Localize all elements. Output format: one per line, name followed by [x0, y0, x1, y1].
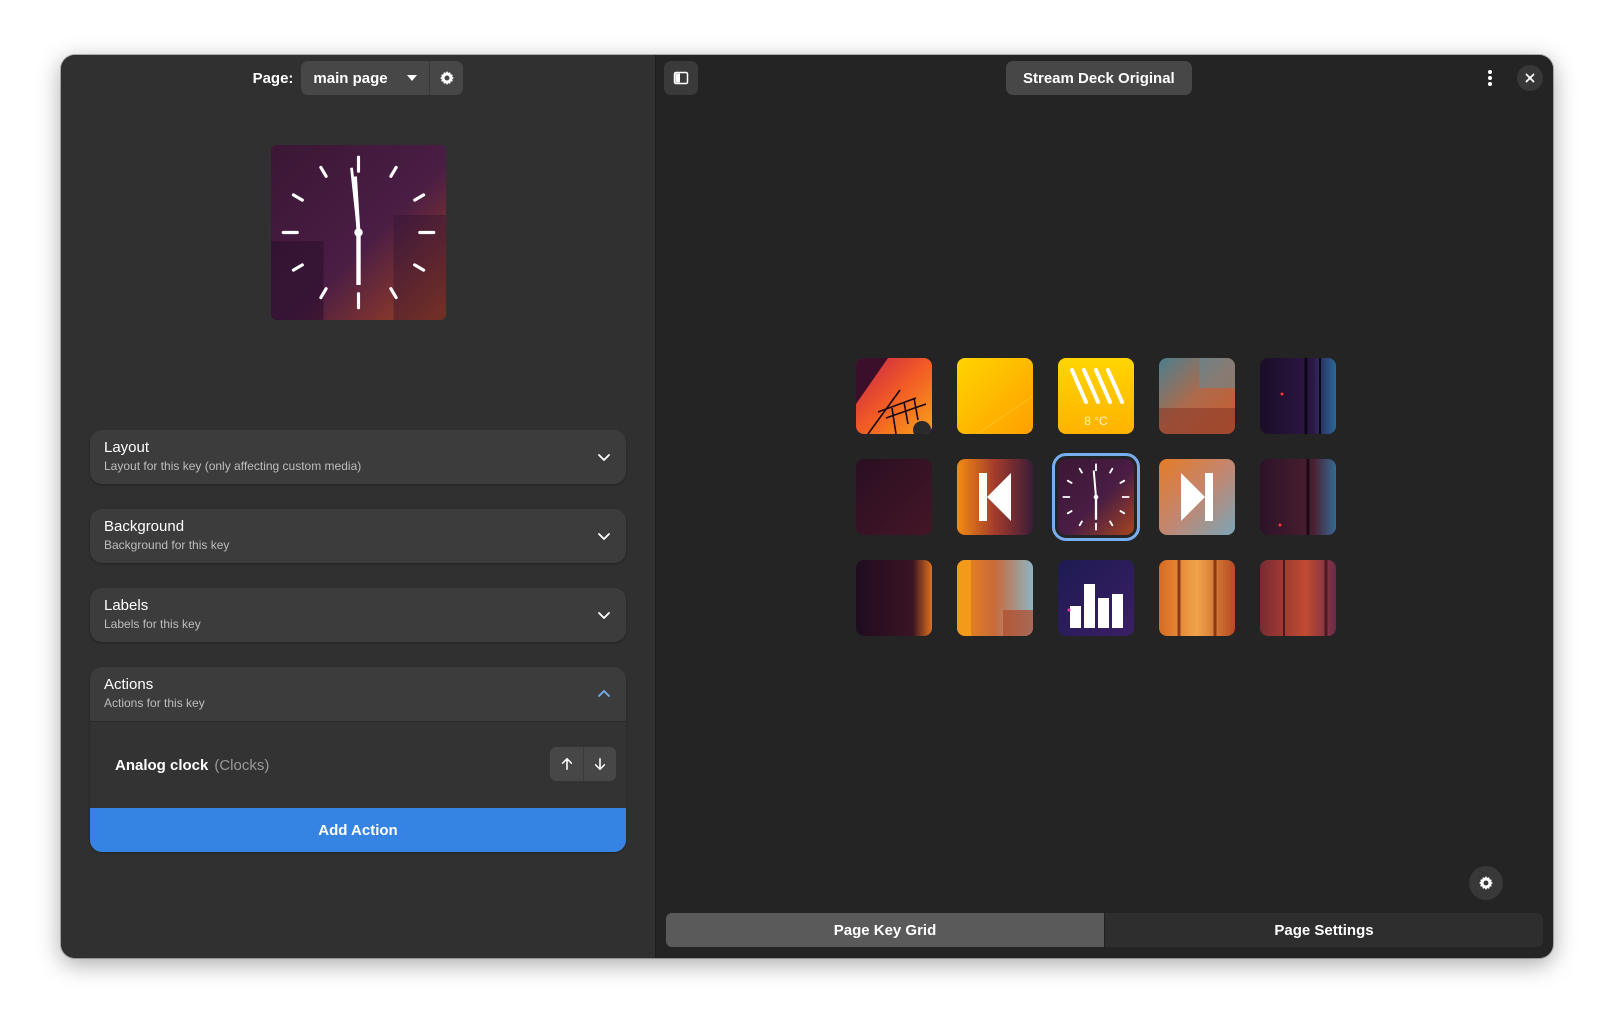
sidebar-icon [673, 71, 689, 85]
actions-subtitle: Actions for this key [104, 696, 205, 710]
key-settings-list: Layout Layout for this key (only affecti… [90, 430, 626, 852]
page-settings-button[interactable] [429, 61, 464, 95]
labels-title: Labels [104, 597, 149, 614]
deck-key-3-2[interactable] [957, 560, 1033, 636]
page-label: Page: [252, 69, 294, 87]
chevron-down-icon [598, 454, 610, 461]
actions-section: Actions Actions for this key Analog cloc… [90, 667, 626, 852]
dark-edge-image [856, 560, 932, 636]
gear-icon [439, 71, 454, 85]
app-window: Page: main page Layout Layout for this k… [61, 55, 1553, 958]
deck-key-3-3[interactable] [1058, 560, 1134, 636]
antenna-sunset-image [856, 358, 932, 434]
view-switcher: Page Key Grid Page Settings [666, 913, 1543, 947]
layout-row[interactable]: Layout Layout for this key (only affecti… [90, 430, 626, 484]
chevron-down-icon [598, 533, 610, 540]
skip-previous-icon [957, 459, 1033, 535]
tab-page-key-grid[interactable]: Page Key Grid [666, 913, 1104, 947]
layout-title: Layout [104, 439, 150, 456]
background-title: Background [104, 518, 185, 535]
deck-key-1-3[interactable]: 8 °C [1058, 358, 1134, 434]
device-selector[interactable]: Stream Deck Original [1006, 61, 1192, 95]
deck-settings-button[interactable] [1469, 866, 1503, 900]
deck-key-1-1[interactable] [856, 358, 932, 434]
deck-key-2-3[interactable] [1052, 453, 1140, 541]
move-down-button[interactable] [583, 747, 616, 781]
close-icon [1525, 73, 1535, 83]
dark-building-image [1260, 358, 1336, 434]
page-select-value: main page [313, 69, 388, 87]
move-up-button[interactable] [550, 747, 583, 781]
background-row[interactable]: Background Background for this key [90, 509, 626, 563]
deck-key-2-2[interactable] [957, 459, 1033, 535]
action-move-buttons [550, 747, 616, 781]
chevron-down-icon [598, 612, 610, 619]
deck-key-1-5[interactable] [1260, 358, 1336, 434]
deck-key-3-4[interactable] [1159, 560, 1235, 636]
deck-key-3-5[interactable] [1260, 560, 1336, 636]
red-building-image [1260, 560, 1336, 636]
layout-subtitle: Layout for this key (only affecting cust… [104, 459, 362, 473]
sky-image [1159, 358, 1235, 434]
dark-purple-image [856, 459, 932, 535]
page-bar: Page: main page [61, 61, 655, 95]
dark-building-image [1260, 459, 1336, 535]
close-button[interactable] [1517, 65, 1543, 91]
orange-sky-image [957, 560, 1033, 636]
orange-building-image [1159, 560, 1235, 636]
action-category: (Clocks) [214, 756, 270, 774]
page-combo: main page [301, 61, 464, 95]
equalizer-icon [1058, 560, 1134, 636]
analog-clock-icon [271, 145, 446, 320]
gear-icon [1479, 876, 1493, 890]
actions-header[interactable]: Actions Actions for this key [90, 667, 626, 722]
deck-pane: Stream Deck Original 8 °C Page Key Grid … [656, 55, 1553, 958]
action-item[interactable]: Analog clock (Clocks) [90, 722, 626, 808]
labels-subtitle: Labels for this key [104, 617, 201, 631]
key-preview [271, 145, 446, 320]
chevron-up-icon [598, 690, 610, 697]
key-editor-pane: Page: main page Layout Layout for this k… [61, 55, 656, 958]
add-action-button[interactable]: Add Action [90, 808, 626, 852]
key-grid: 8 °C [856, 358, 1336, 636]
background-subtitle: Background for this key [104, 538, 230, 552]
deck-key-2-4[interactable] [1159, 459, 1235, 535]
deck-key-3-1[interactable] [856, 560, 932, 636]
sidebar-toggle-button[interactable] [664, 61, 698, 95]
deck-key-2-1[interactable] [856, 459, 932, 535]
arrow-down-icon [594, 757, 606, 771]
skip-next-icon [1159, 459, 1235, 535]
main-menu-button[interactable] [1477, 65, 1503, 91]
page-select[interactable]: main page [301, 61, 430, 95]
actions-title: Actions [104, 676, 154, 693]
action-name: Analog clock [115, 756, 209, 774]
arrow-up-icon [561, 757, 572, 771]
dropdown-caret-icon [407, 75, 418, 81]
kebab-menu-icon [1488, 70, 1492, 86]
tab-page-settings[interactable]: Page Settings [1104, 913, 1543, 947]
deck-key-2-5[interactable] [1260, 459, 1336, 535]
labels-row[interactable]: Labels Labels for this key [90, 588, 626, 642]
deck-key-1-2[interactable] [957, 358, 1033, 434]
weather-temperature: 8 °C [1084, 414, 1108, 428]
analog-clock-icon [1058, 459, 1134, 535]
deck-key-1-4[interactable] [1159, 358, 1235, 434]
yellow-gradient-image [957, 358, 1033, 434]
